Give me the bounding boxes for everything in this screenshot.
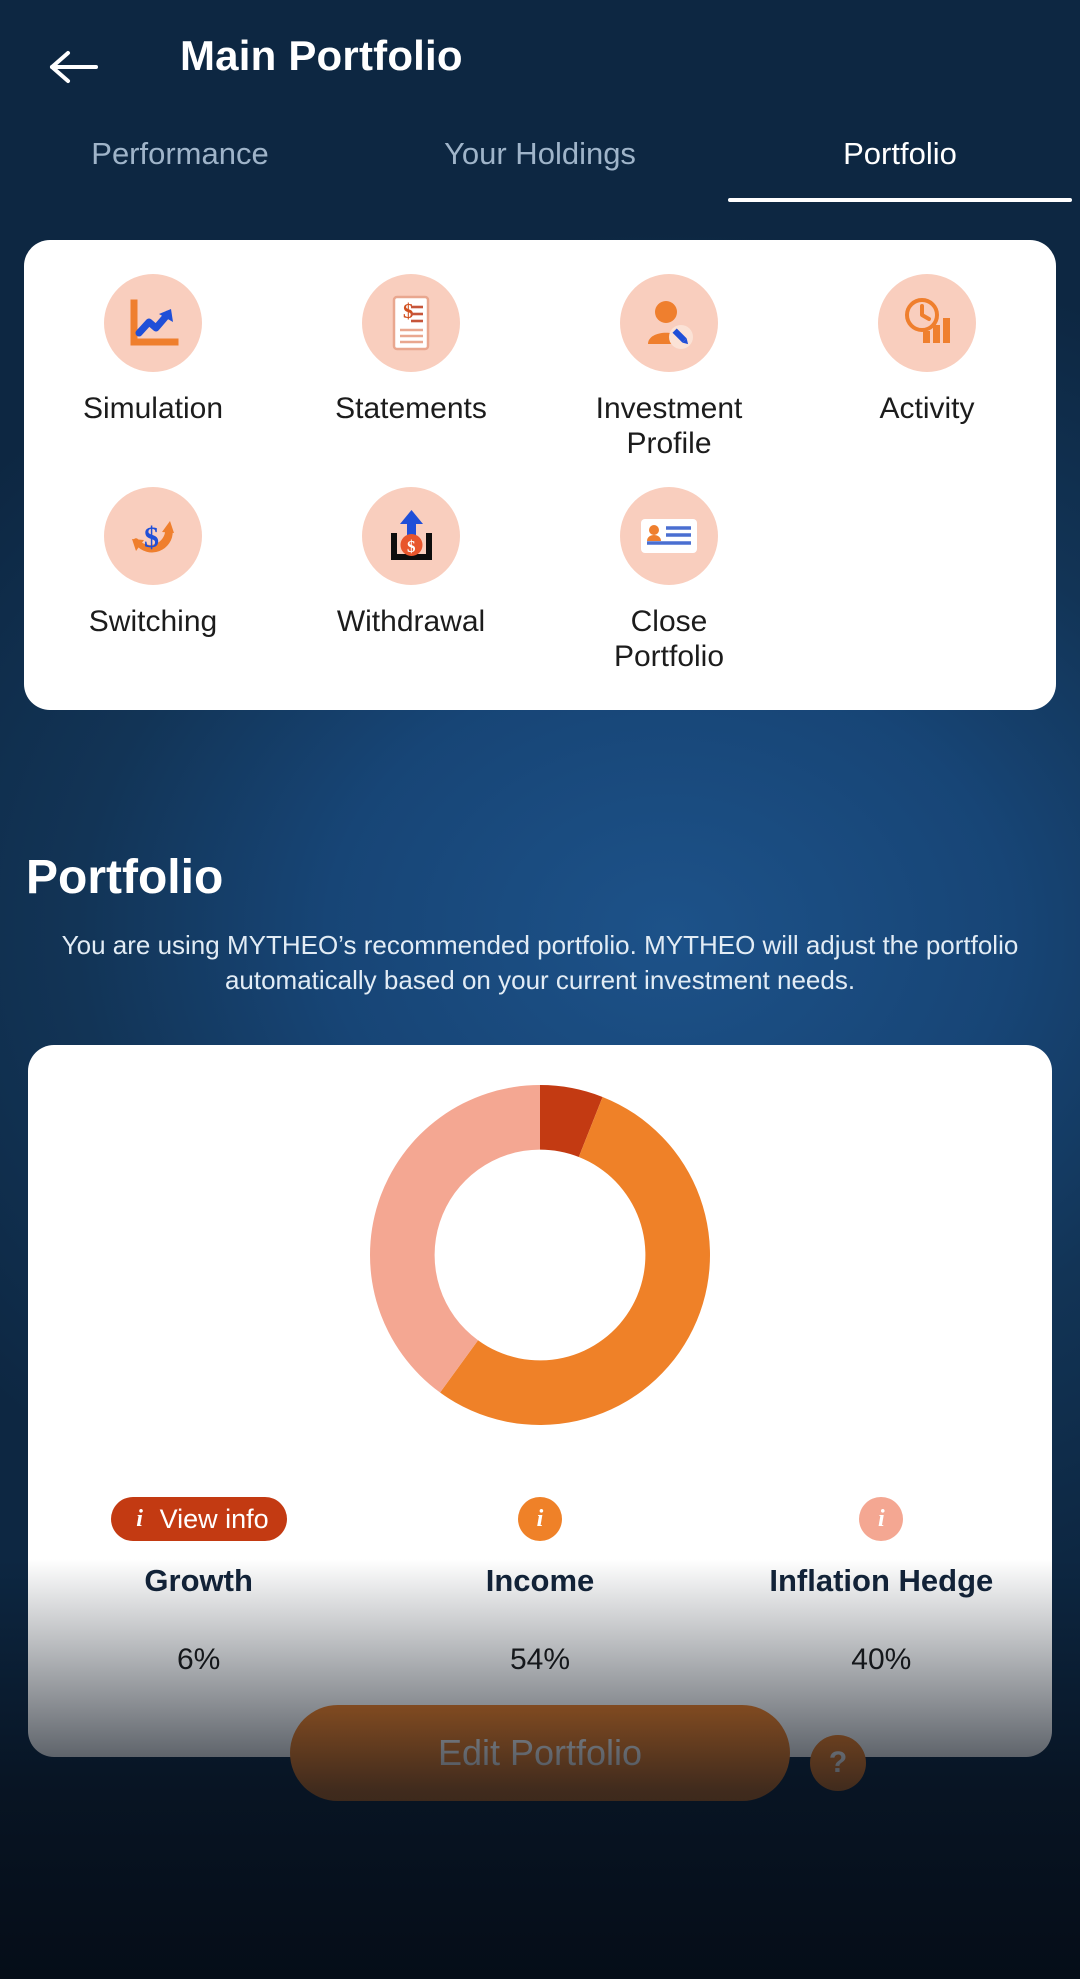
svg-text:$: $ [403,299,414,323]
portfolio-heading: Portfolio [26,851,224,904]
action-label: Withdrawal [336,605,486,638]
action-investment-profile[interactable]: Investment Profile [540,274,798,461]
growth-info-button[interactable]: i View info [110,1497,287,1541]
legend-percent: 54% [509,1643,571,1676]
id-card-icon [620,487,718,585]
chart-growth-icon [104,274,202,372]
inflation-hedge-info-button[interactable]: i [859,1497,904,1541]
tab-portfolio[interactable]: Portfolio [720,136,1080,202]
clock-bars-icon [878,274,976,372]
action-close-portfolio[interactable]: Close Portfolio [540,487,798,674]
svg-text:$: $ [407,537,416,556]
income-info-button[interactable]: i [517,1497,562,1541]
tab-bar: Performance Your Holdings Portfolio [0,136,1080,202]
quick-actions-row-2: $ Switching $ Withdrawal Close Portfolio [24,487,1056,674]
action-statements[interactable]: $ Statements [282,274,540,461]
document-dollar-icon: $ [362,274,460,372]
action-activity[interactable]: Activity [798,274,1056,461]
legend-item-income: i Income 54% [369,1497,710,1677]
portfolio-chart-card: i View info Growth 6% i Income 54% i Inf… [28,1045,1052,1757]
action-label: Activity [879,392,975,425]
help-button[interactable]: ? [810,1735,866,1791]
action-simulation[interactable]: Simulation [24,274,282,461]
legend-percent: 6% [176,1643,221,1676]
action-label: Close Portfolio [613,605,725,673]
action-label: Investment Profile [595,392,743,460]
app-screen: Main Portfolio Performance Your Holdings… [0,0,1080,1979]
action-empty-slot [798,487,1056,674]
tab-performance[interactable]: Performance [0,136,360,202]
back-button[interactable] [40,36,108,98]
info-icon: i [136,1505,143,1532]
donut-slice [370,1085,540,1393]
legend-name: Growth [144,1563,253,1598]
tab-your-holdings[interactable]: Your Holdings [360,136,720,202]
growth-badge-label: View info [159,1503,269,1534]
legend-item-growth: i View info Growth 6% [28,1497,369,1677]
action-label: Statements [335,392,487,425]
legend-item-inflation-hedge: i Inflation Hedge 40% [711,1497,1052,1677]
legend-name: Inflation Hedge [769,1563,994,1598]
action-label: Switching [88,605,218,638]
action-label: Simulation [82,392,224,425]
legend-name: Income [485,1563,595,1598]
action-switching[interactable]: $ Switching [24,487,282,674]
edit-portfolio-button[interactable]: Edit Portfolio [290,1705,790,1801]
action-withdrawal[interactable]: $ Withdrawal [282,487,540,674]
page-title: Main Portfolio [180,32,463,79]
portfolio-description: You are using MYTHEO’s recommended portf… [61,930,1019,996]
info-icon: i [877,1505,885,1532]
allocation-legend: i View info Growth 6% i Income 54% i Inf… [28,1497,1052,1677]
app-header: Main Portfolio [0,0,1080,132]
svg-text:$: $ [144,521,159,554]
quick-actions-row-1: Simulation $ Statements Investment Profi… [24,274,1056,461]
withdraw-tray-icon: $ [362,487,460,585]
allocation-donut-chart [360,1075,720,1435]
user-edit-icon [620,274,718,372]
info-icon: i [536,1505,544,1532]
arrow-left-icon [50,51,98,83]
legend-percent: 40% [851,1643,912,1676]
refresh-dollar-icon: $ [104,487,202,585]
quick-actions-card: Simulation $ Statements Investment Profi… [24,240,1056,710]
